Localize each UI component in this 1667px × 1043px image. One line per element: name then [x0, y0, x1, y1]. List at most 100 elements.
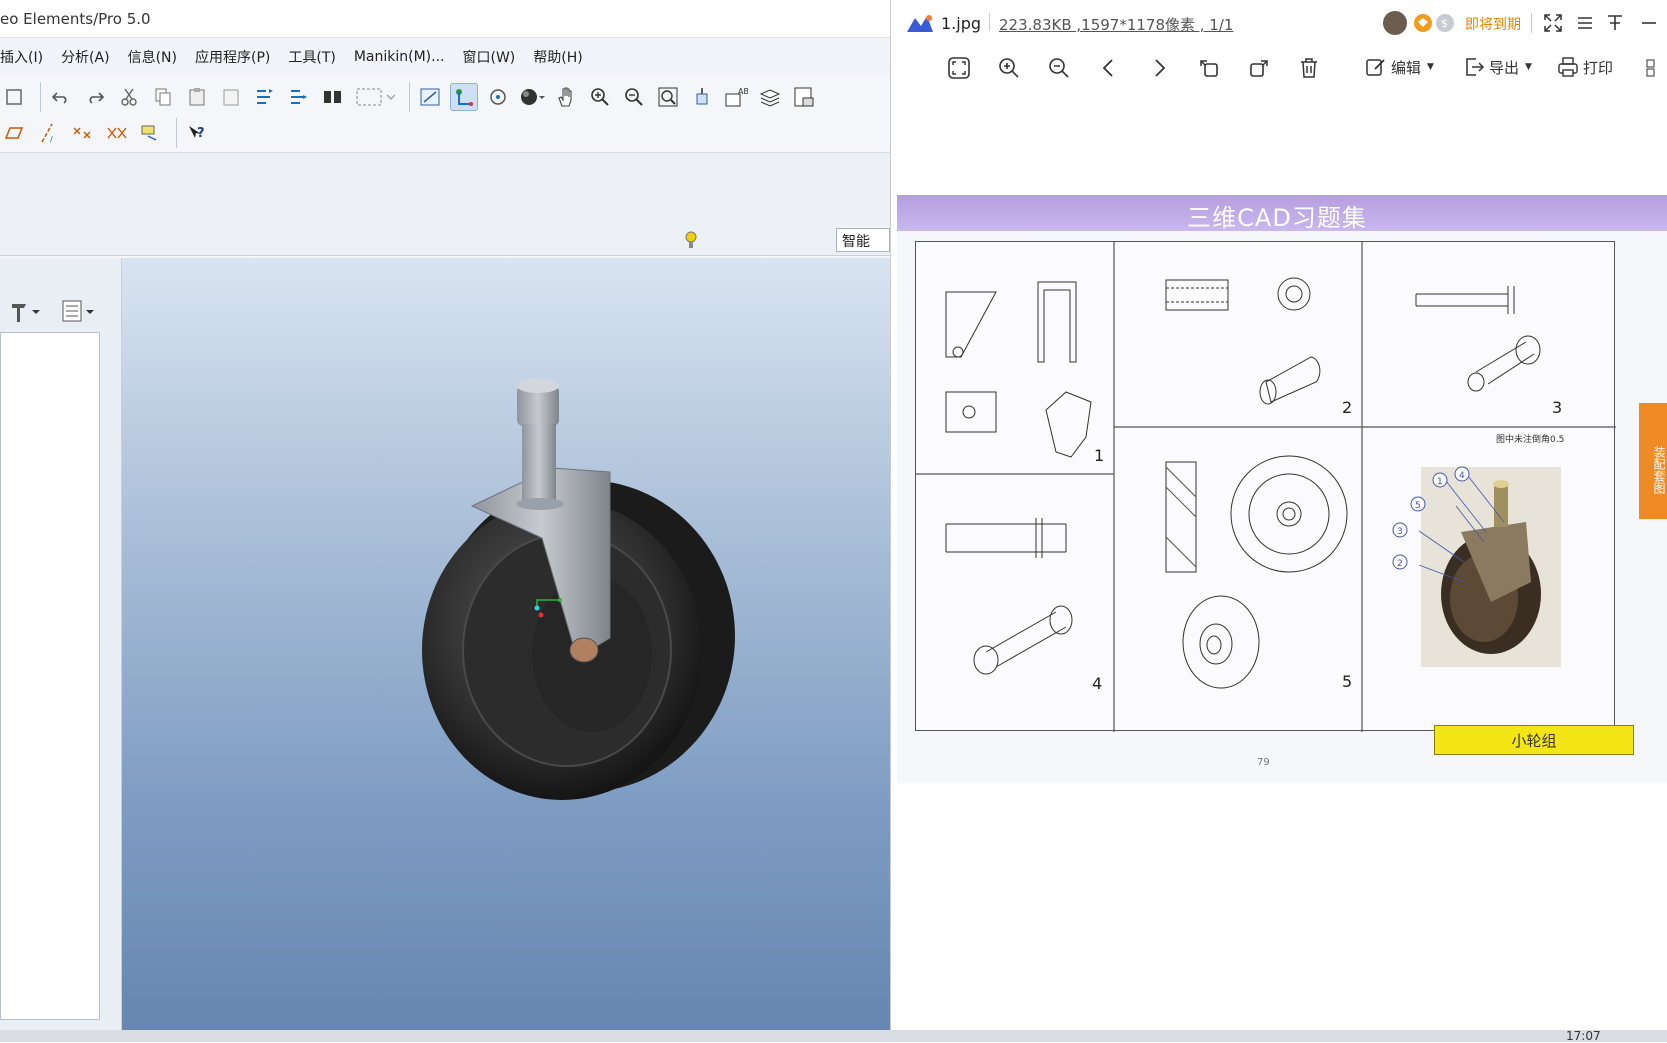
svg-text:?: ?	[197, 126, 205, 141]
copy-icon[interactable]	[149, 83, 177, 111]
spin-center-icon[interactable]	[450, 83, 478, 111]
repaint-icon[interactable]	[416, 83, 444, 111]
creo-title-bar: eo Elements/Pro 5.0	[0, 0, 890, 38]
rotate-left-icon[interactable]	[1197, 56, 1221, 80]
model-tree[interactable]	[0, 332, 100, 1020]
rotate-right-icon[interactable]	[1247, 56, 1271, 80]
menu-help[interactable]: 帮助(H)	[533, 47, 582, 67]
balloon-1-text: 1	[1437, 477, 1443, 487]
menu-applications[interactable]: 应用程序(P)	[195, 47, 270, 67]
view-manager-icon[interactable]	[790, 83, 818, 111]
regenerate-manager-icon[interactable]	[285, 83, 313, 111]
image-viewer-window: 1.jpg 223.83KB ,1597*1178像素 , 1/1 $ 即将到期…	[890, 0, 1667, 1030]
vip-badge-icon[interactable]: $	[1413, 12, 1457, 34]
zoom-out-icon[interactable]	[620, 83, 648, 111]
saved-views-icon[interactable]: AB	[722, 83, 750, 111]
find-icon[interactable]	[319, 83, 347, 111]
chevron-down-icon: ▼	[1427, 62, 1434, 72]
selection-filter-select[interactable]: 智能	[836, 228, 890, 252]
status-lamp-icon	[684, 228, 698, 254]
datum-point-icon[interactable]	[68, 119, 96, 147]
datum-axis-icon[interactable]: /	[34, 119, 62, 147]
undo-icon[interactable]	[47, 83, 75, 111]
pan-hand-icon[interactable]	[552, 83, 580, 111]
book-header-band: 三维CAD习题集	[897, 195, 1667, 232]
page-number: 79	[1257, 757, 1270, 768]
sketch-tool-icon[interactable]	[136, 119, 164, 147]
menu-window[interactable]: 窗口(W)	[463, 47, 516, 67]
more-grid-icon[interactable]	[1643, 56, 1663, 80]
technical-drawings	[916, 242, 1616, 732]
minimize-icon[interactable]	[1639, 13, 1659, 33]
export-icon	[1466, 58, 1485, 76]
creo-toolbar-datum: / ?	[0, 116, 217, 150]
graphics-viewport[interactable]	[122, 258, 890, 1030]
menu-analysis[interactable]: 分析(A)	[61, 47, 110, 67]
cell-number-4: 4	[1092, 674, 1103, 693]
save-icon[interactable]	[0, 83, 28, 111]
caption-box: 小轮组	[1434, 725, 1634, 755]
assembly-side-tab: 装配套图	[1639, 403, 1667, 519]
balloon-3: 3	[1392, 522, 1408, 538]
datum-plane-icon[interactable]	[0, 119, 28, 147]
edit-button[interactable]: 编辑 ▼	[1365, 56, 1434, 78]
taskbar	[0, 1030, 1667, 1042]
cell-number-1: 1	[1094, 446, 1105, 465]
creo-dashboard-strip	[0, 152, 890, 256]
svg-text:AB: AB	[738, 87, 748, 96]
menu-icon[interactable]	[1575, 13, 1595, 33]
zoom-in-icon[interactable]	[586, 83, 614, 111]
context-help-icon[interactable]: ?	[183, 119, 211, 147]
menu-insert[interactable]: 插入(I)	[0, 47, 43, 67]
menu-manikin[interactable]: Manikin(M)...	[354, 49, 445, 65]
menu-tools[interactable]: 工具(T)	[288, 47, 335, 67]
export-button[interactable]: 导出 ▼	[1463, 56, 1532, 78]
select-box-icon[interactable]	[353, 83, 397, 111]
refit-icon[interactable]	[654, 83, 682, 111]
edit-icon	[1366, 59, 1385, 76]
fullscreen-icon[interactable]	[1543, 13, 1563, 33]
paste-icon[interactable]	[183, 83, 211, 111]
displayed-image[interactable]: 三维CAD习题集 1 4 5 3 2 1 2 3 4 5 图中未注倒角0.5 装…	[897, 195, 1667, 783]
creo-toolbar-main: AB	[0, 80, 824, 114]
orient-mode-icon[interactable]	[484, 83, 512, 111]
file-name: 1.jpg	[941, 14, 982, 33]
paste-special-icon[interactable]	[217, 83, 245, 111]
chamfer-note: 图中未注倒角0.5	[1496, 435, 1565, 445]
creo-window: eo Elements/Pro 5.0 插入(I) 分析(A) 信息(N) 应用…	[0, 0, 890, 1030]
layers-icon[interactable]	[756, 83, 784, 111]
viewer-toolbar: 编辑 ▼ 导出 ▼ 打印	[891, 50, 1667, 90]
caster-wheel-model	[422, 379, 735, 800]
svg-text:$: $	[1441, 17, 1448, 30]
balloon-5-text: 5	[1415, 501, 1421, 511]
zoom-out-icon[interactable]	[1047, 56, 1071, 80]
balloon-2-text: 2	[1397, 559, 1403, 569]
delete-icon[interactable]	[1297, 56, 1321, 80]
shading-icon[interactable]	[518, 83, 546, 111]
zoom-in-icon[interactable]	[997, 56, 1021, 80]
creo-title-text: eo Elements/Pro 5.0	[0, 9, 151, 28]
reorient-icon[interactable]	[688, 83, 716, 111]
regenerate-icon[interactable]	[251, 83, 279, 111]
cell-number-3: 3	[1552, 398, 1563, 417]
exercise-sheet: 1 4 5 3 2 1 2 3 4 5 图中未注倒角0.5	[915, 241, 1616, 732]
coordinate-system-icon[interactable]	[102, 119, 130, 147]
menu-info[interactable]: 信息(N)	[128, 47, 177, 67]
print-label: 打印	[1583, 58, 1614, 77]
next-icon[interactable]	[1147, 56, 1171, 80]
tree-options-icon[interactable]	[60, 298, 98, 324]
cell-number-2: 2	[1342, 398, 1353, 417]
print-icon	[1558, 57, 1578, 77]
balloon-2: 2	[1392, 554, 1408, 570]
viewer-title-bar: 1.jpg 223.83KB ,1597*1178像素 , 1/1 $ 即将到期	[891, 0, 1667, 46]
expire-label[interactable]: 即将到期	[1465, 14, 1521, 34]
previous-icon[interactable]	[1097, 56, 1121, 80]
fit-window-icon[interactable]	[947, 56, 971, 80]
redo-icon[interactable]	[81, 83, 109, 111]
user-avatar[interactable]	[1383, 11, 1407, 35]
settings-hammer-icon[interactable]	[8, 298, 42, 324]
pin-icon[interactable]	[1605, 13, 1625, 33]
print-button[interactable]: 打印	[1557, 56, 1613, 78]
cut-icon[interactable]	[115, 83, 143, 111]
export-label: 导出	[1489, 58, 1520, 77]
